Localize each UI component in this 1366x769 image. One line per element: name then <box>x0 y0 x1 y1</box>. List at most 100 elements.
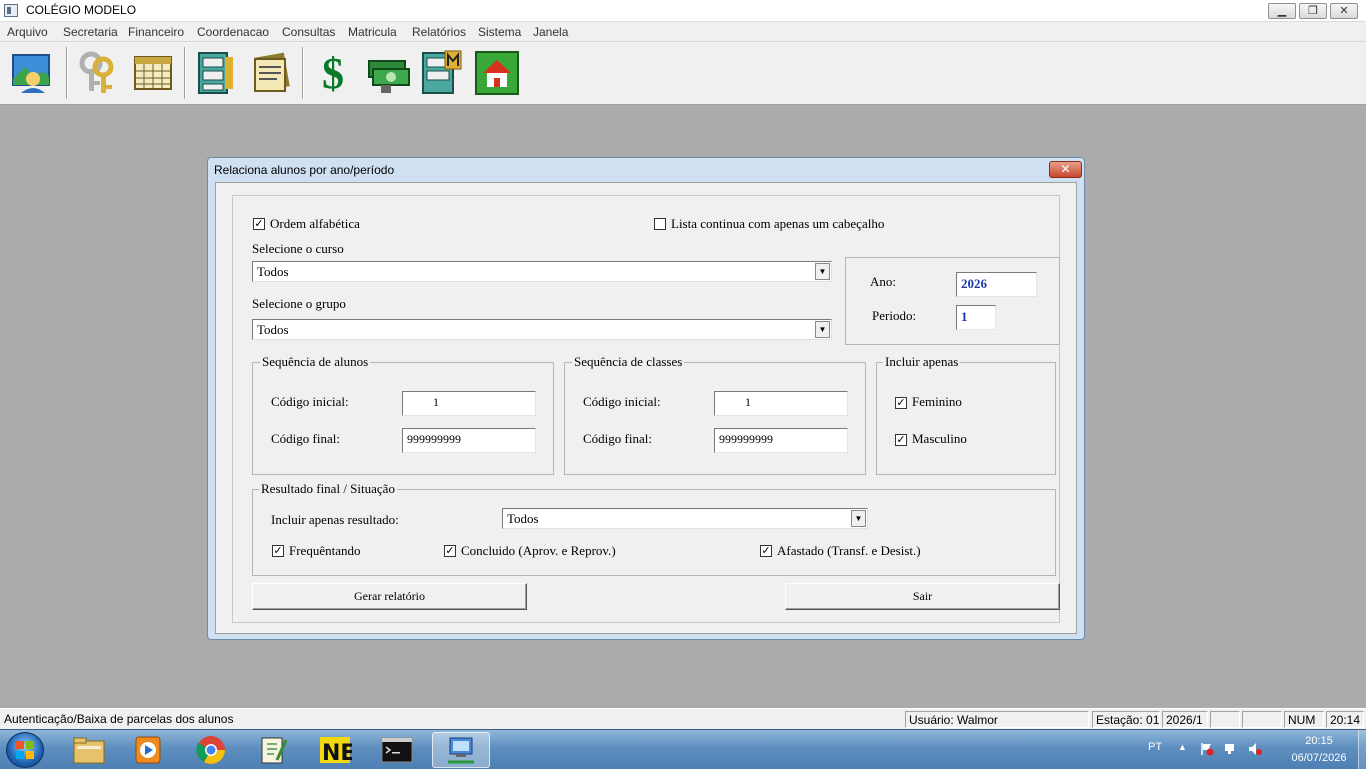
seq-classes-title: Sequência de classes <box>572 354 685 370</box>
status-message: Autenticação/Baixa de parcelas dos aluno… <box>4 712 234 726</box>
keys-icon[interactable] <box>72 47 122 99</box>
status-periodo: 2026/1 <box>1162 711 1208 728</box>
resultado-group: Resultado final / Situação Incluir apena… <box>252 481 1056 576</box>
concluido-label: Concluido (Aprov. e Reprov.) <box>461 543 616 558</box>
ano-input[interactable]: 2026 <box>956 272 1037 297</box>
clock-date[interactable]: 06/07/2026 <box>1283 752 1355 764</box>
chrome-icon[interactable] <box>184 732 238 768</box>
dialog-close-button[interactable]: ✕ <box>1049 161 1082 178</box>
status-usuario: Usuário: Walmor <box>905 711 1089 728</box>
classe-codigo-final-label: Código final: <box>583 431 652 446</box>
periodo-label: Periodo: <box>872 308 917 323</box>
taskbar: NE PT ▲ 20:15 06/07/2026 <box>0 729 1366 769</box>
menu-consultas[interactable]: Consultas <box>282 25 335 39</box>
menu-coordenacao[interactable]: Coordenacao <box>197 25 269 39</box>
file-cabinet-icon[interactable] <box>190 47 240 99</box>
show-desktop-button[interactable] <box>1358 730 1366 769</box>
seq-alunos-group: Sequência de alunos Código inicial: 1 Có… <box>252 354 554 475</box>
grupo-label: Selecione o grupo <box>252 296 346 311</box>
network-app-icon[interactable] <box>432 732 490 768</box>
feminino-checkbox[interactable]: ✓ <box>895 397 907 409</box>
close-window-button[interactable]: ✕ <box>1330 3 1358 19</box>
status-empty-2 <box>1242 711 1282 728</box>
seq-classes-group: Sequência de classes Código inicial: 1 C… <box>564 354 866 475</box>
language-indicator[interactable]: PT <box>1148 741 1162 753</box>
status-num: NUM <box>1284 711 1324 728</box>
clock-time[interactable]: 20:15 <box>1283 735 1355 747</box>
app-icon[interactable] <box>4 4 18 17</box>
chevron-down-icon[interactable]: ▼ <box>815 263 830 280</box>
masculino-checkbox[interactable]: ✓ <box>895 434 907 446</box>
menu-matricula[interactable]: Matricula <box>348 25 397 39</box>
chevron-down-icon[interactable]: ▼ <box>851 510 866 527</box>
grupo-select[interactable]: Todos ▼ <box>252 319 832 340</box>
network-tray-icon[interactable] <box>1224 742 1238 756</box>
flag-alert-icon[interactable] <box>1200 742 1214 756</box>
nero-icon[interactable]: NE <box>308 732 362 768</box>
afastado-label: Afastado (Transf. e Desist.) <box>777 543 921 558</box>
menu-relatorios[interactable]: Relatórios <box>412 25 466 39</box>
frequentando-label: Frequêntando <box>289 543 361 558</box>
svg-text:NE: NE <box>322 741 352 766</box>
frequentando-checkbox[interactable]: ✓ <box>272 545 284 557</box>
gerar-relatorio-button[interactable]: Gerar relatório <box>252 583 527 610</box>
restore-button[interactable]: ❐ <box>1299 3 1327 19</box>
minimize-button[interactable]: ▁ <box>1268 3 1296 19</box>
classe-codigo-final-input[interactable]: 999999999 <box>714 428 848 453</box>
ano-label: Ano: <box>870 274 896 289</box>
file-cabinet-m-icon[interactable] <box>416 47 466 99</box>
explorer-icon[interactable] <box>62 732 116 768</box>
feminino-label: Feminino <box>912 394 962 409</box>
tray-expand-icon[interactable]: ▲ <box>1178 742 1187 752</box>
home-icon[interactable] <box>472 47 522 99</box>
ano-periodo-box: Ano: 2026 Periodo: 1 <box>845 257 1060 345</box>
chevron-down-icon[interactable]: ▼ <box>815 321 830 338</box>
incluir-apenas-group: Incluir apenas ✓ Feminino ✓ Masculino <box>876 354 1056 475</box>
curso-select[interactable]: Todos ▼ <box>252 261 832 282</box>
toolbar: $ <box>0 42 1366 105</box>
lista-continua-checkbox[interactable] <box>654 218 666 230</box>
landscape-user-icon[interactable] <box>8 47 58 99</box>
menu-janela[interactable]: Janela <box>533 25 568 39</box>
status-bar: Autenticação/Baixa de parcelas dos aluno… <box>0 708 1366 729</box>
seq-alunos-title: Sequência de alunos <box>260 354 371 370</box>
menu-financeiro[interactable]: Financeiro <box>128 25 184 39</box>
dialog-title: Relaciona alunos por ano/período <box>214 163 395 177</box>
ordem-alfabetica-label: Ordem alfabética <box>270 216 360 231</box>
windows-logo-icon <box>16 741 34 759</box>
curso-label: Selecione o curso <box>252 241 344 256</box>
afastado-checkbox[interactable]: ✓ <box>760 545 772 557</box>
ordem-alfabetica-checkbox[interactable]: ✓ <box>253 218 265 230</box>
aluno-codigo-inicial-input[interactable]: 1 <box>402 391 536 416</box>
status-time: 20:14 <box>1326 711 1364 728</box>
documents-icon[interactable] <box>246 47 296 99</box>
resultado-select[interactable]: Todos ▼ <box>502 508 868 529</box>
menu-sistema[interactable]: Sistema <box>478 25 521 39</box>
menu-bar: Arquivo Secretaria Financeiro Coordenaca… <box>0 22 1366 42</box>
toolbar-separator <box>66 47 68 99</box>
status-estacao: Estação: 01 <box>1092 711 1160 728</box>
media-player-icon[interactable] <box>122 732 176 768</box>
sair-button[interactable]: Sair <box>785 583 1060 610</box>
aluno-codigo-final-input[interactable]: 999999999 <box>402 428 536 453</box>
menu-arquivo[interactable]: Arquivo <box>7 25 48 39</box>
periodo-input[interactable]: 1 <box>956 305 996 330</box>
volume-muted-icon[interactable] <box>1248 742 1262 756</box>
concluido-checkbox[interactable]: ✓ <box>444 545 456 557</box>
dollar-icon[interactable]: $ <box>308 47 358 99</box>
start-button[interactable] <box>6 732 44 768</box>
calendar-icon[interactable] <box>128 47 178 99</box>
classe-codigo-inicial-label: Código inicial: <box>583 394 661 409</box>
cmd-icon[interactable] <box>370 732 424 768</box>
title-bar: COLÉGIO MODELO ▁ ❐ ✕ <box>0 0 1366 22</box>
notepadpp-icon[interactable] <box>246 732 300 768</box>
window-title: COLÉGIO MODELO <box>26 3 137 17</box>
aluno-codigo-inicial-label: Código inicial: <box>271 394 349 409</box>
classe-codigo-inicial-input[interactable]: 1 <box>714 391 848 416</box>
toolbar-separator <box>302 47 304 99</box>
incluir-apenas-title: Incluir apenas <box>883 354 961 370</box>
lista-continua-label: Lista continua com apenas um cabeçalho <box>671 216 885 231</box>
menu-secretaria[interactable]: Secretaria <box>63 25 118 39</box>
dialog-body: ✓ Ordem alfabética Lista continua com ap… <box>215 182 1077 634</box>
money-icon[interactable] <box>364 47 414 99</box>
